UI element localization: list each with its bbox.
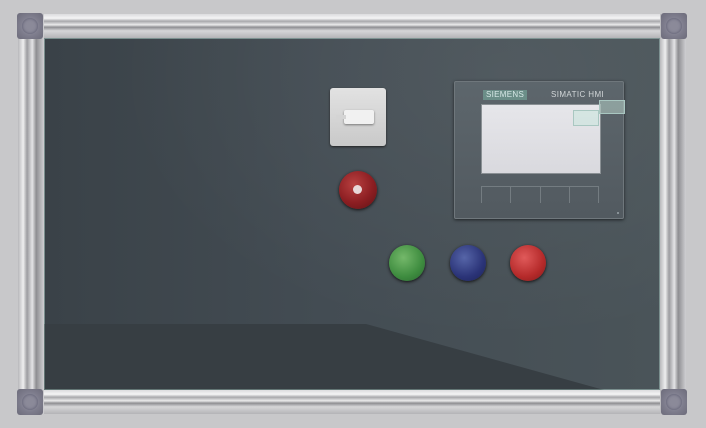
hmi-indicator-dot bbox=[617, 212, 619, 214]
hmi-function-key[interactable] bbox=[481, 186, 511, 203]
frame-corner-bolt bbox=[661, 389, 687, 415]
frame-top-rail bbox=[20, 14, 686, 38]
emergency-stop-button[interactable] bbox=[339, 171, 377, 209]
blue-pushbutton[interactable] bbox=[450, 245, 486, 281]
panel-shadow-floor bbox=[44, 324, 604, 390]
frame-left-rail bbox=[18, 14, 44, 414]
hmi-function-key[interactable] bbox=[510, 186, 540, 203]
hmi-sticker-2 bbox=[599, 100, 625, 114]
hmi-panel: SIEMENS SIMATIC HMI bbox=[454, 81, 625, 219]
red-pushbutton[interactable] bbox=[510, 245, 546, 281]
hmi-model-label: SIMATIC HMI bbox=[551, 90, 605, 99]
hmi-brand-label: SIEMENS bbox=[483, 90, 528, 100]
hmi-function-key[interactable] bbox=[539, 186, 569, 203]
frame-right-rail bbox=[660, 14, 686, 414]
frame-corner-bolt bbox=[17, 13, 43, 39]
hmi-function-keys bbox=[481, 186, 599, 203]
green-pushbutton[interactable] bbox=[389, 245, 425, 281]
frame-corner-bolt bbox=[661, 13, 687, 39]
frame-corner-bolt bbox=[17, 389, 43, 415]
main-switch[interactable] bbox=[330, 88, 386, 146]
frame-bottom-rail bbox=[20, 390, 686, 414]
hmi-sticker bbox=[573, 110, 599, 126]
main-switch-lever[interactable] bbox=[336, 110, 374, 124]
hmi-function-key[interactable] bbox=[568, 186, 599, 203]
